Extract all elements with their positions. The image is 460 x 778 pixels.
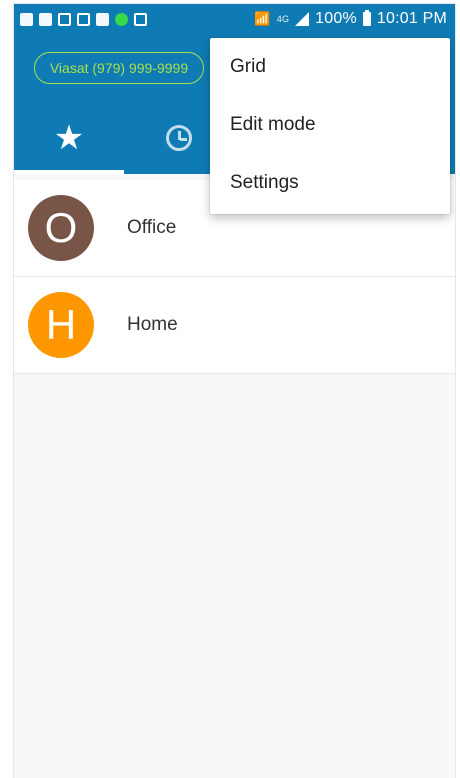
selected-tab-indicator [14, 170, 124, 174]
list-item[interactable]: H Home [14, 277, 455, 374]
battery-icon [362, 10, 371, 26]
status-icons-right: 📶 4G 100% 10:01 PM [254, 10, 455, 28]
avatar: H [28, 292, 94, 358]
wifi-icon: 📶 [254, 11, 271, 26]
arrow-notification-icon [134, 12, 147, 26]
menu-item-grid[interactable]: Grid [210, 38, 450, 96]
clock: 10:01 PM [376, 10, 447, 27]
status-bar: 📶 4G 100% 10:01 PM [14, 4, 455, 34]
checkbox-notification-icon [20, 12, 33, 26]
status-icons-left [14, 12, 147, 26]
history-icon [166, 125, 192, 151]
star-icon: ★ [53, 119, 85, 157]
secure-notification-icon [77, 12, 90, 26]
contact-name: Home [127, 314, 178, 335]
menu-item-settings[interactable]: Settings [210, 154, 450, 212]
lock-notification-icon [58, 12, 71, 26]
menu-item-edit-mode[interactable]: Edit mode [210, 96, 450, 154]
tab-favorites[interactable]: ★ [14, 104, 124, 172]
app-frame: 📶 4G 100% 10:01 PM Viasat (979) 999-9999… [14, 4, 455, 778]
shield-notification-icon [96, 12, 109, 26]
avatar: O [28, 195, 94, 261]
overflow-menu: Grid Edit mode Settings [210, 38, 450, 214]
network-type-label: 4G [276, 14, 290, 24]
signal-icon [295, 12, 310, 26]
green-dot-icon [115, 12, 128, 26]
image-notification-icon [39, 12, 52, 26]
contact-name: Office [127, 217, 177, 238]
battery-percent: 100% [315, 10, 357, 27]
carrier-number-pill[interactable]: Viasat (979) 999-9999 [34, 52, 204, 84]
